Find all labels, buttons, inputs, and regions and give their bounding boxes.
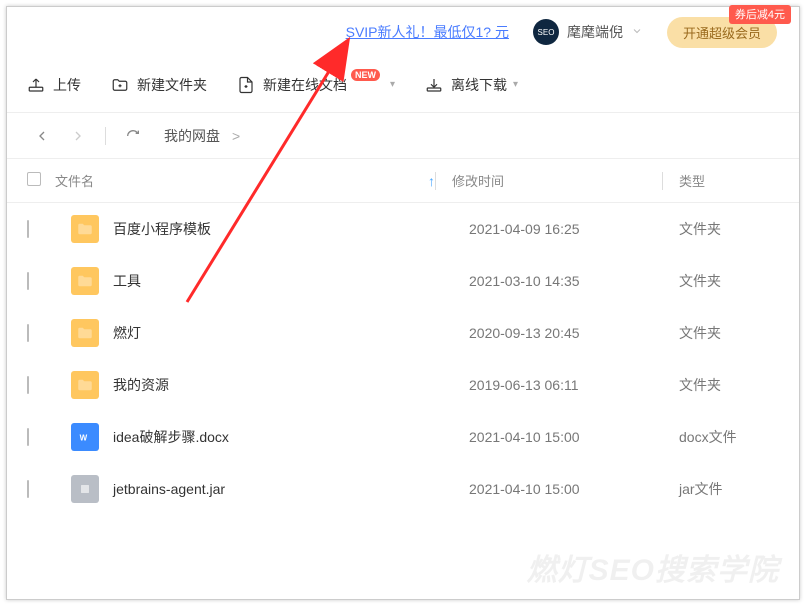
file-name: jetbrains-agent.jar <box>113 481 469 497</box>
upload-label: 上传 <box>53 75 81 95</box>
svip-promo-link[interactable]: SVIP新人礼！最低仅1? 元 <box>346 22 509 42</box>
table-row[interactable]: 百度小程序模板2021-04-09 16:25文件夹 <box>7 203 799 255</box>
file-type: 文件夹 <box>679 323 779 343</box>
file-modified: 2021-04-10 15:00 <box>469 429 679 445</box>
watermark: 燃灯SEO搜索学院 <box>527 545 779 589</box>
new-badge: NEW <box>351 69 380 81</box>
column-name-label: 文件名 <box>55 171 94 190</box>
open-vip-label: 开通超级会员 <box>683 26 761 41</box>
user-name-label: 麾麾端倪 <box>567 22 623 42</box>
file-modified: 2021-04-10 15:00 <box>469 481 679 497</box>
row-checkbox[interactable] <box>27 429 55 445</box>
file-name: 工具 <box>113 271 469 291</box>
offline-download-label: 离线下载 <box>451 75 507 95</box>
new-folder-button[interactable]: 新建文件夹 <box>111 75 207 95</box>
divider <box>662 172 663 190</box>
new-folder-label: 新建文件夹 <box>137 75 207 95</box>
chevron-down-icon: ▾ <box>513 79 518 90</box>
sort-asc-icon: ↑ <box>428 173 435 189</box>
file-type: jar文件 <box>679 479 779 499</box>
app-header: SVIP新人礼！最低仅1? 元 SEO 麾麾端倪 开通超级会员 券后减4元 <box>7 7 799 57</box>
nav-back-button[interactable] <box>27 121 57 151</box>
table-row[interactable]: 我的资源2019-06-13 06:11文件夹 <box>7 359 799 411</box>
table-header: 文件名 ↑ 修改时间 类型 <box>7 159 799 203</box>
select-all-checkbox[interactable] <box>27 172 55 189</box>
breadcrumb: 我的网盘 > <box>7 113 799 159</box>
table-row[interactable]: 燃灯2020-09-13 20:45文件夹 <box>7 307 799 359</box>
new-doc-label: 新建在线文档 <box>263 75 347 95</box>
vip-discount-badge: 券后减4元 <box>729 5 791 24</box>
row-checkbox[interactable] <box>27 221 55 237</box>
refresh-button[interactable] <box>118 121 148 151</box>
row-checkbox[interactable] <box>27 325 55 341</box>
folder-icon <box>71 215 99 243</box>
download-icon <box>425 76 443 94</box>
jar-icon <box>71 475 99 503</box>
file-type: 文件夹 <box>679 375 779 395</box>
file-modified: 2019-06-13 06:11 <box>469 377 679 393</box>
user-menu[interactable]: SEO 麾麾端倪 <box>533 19 643 45</box>
file-modified: 2020-09-13 20:45 <box>469 325 679 341</box>
column-type[interactable]: 类型 <box>679 171 779 190</box>
svg-text:W: W <box>80 433 88 442</box>
nav-forward-button[interactable] <box>63 121 93 151</box>
row-checkbox[interactable] <box>27 377 55 393</box>
file-list: 百度小程序模板2021-04-09 16:25文件夹工具2021-03-10 1… <box>7 203 799 515</box>
file-name: 我的资源 <box>113 375 469 395</box>
row-checkbox[interactable] <box>27 481 55 497</box>
docx-icon: W <box>71 423 99 451</box>
file-name: idea破解步骤.docx <box>113 427 469 447</box>
chevron-down-icon <box>631 24 643 40</box>
upload-icon <box>27 76 45 94</box>
column-modified[interactable]: 修改时间 <box>452 171 662 190</box>
divider <box>435 172 436 190</box>
folder-icon <box>71 319 99 347</box>
file-type: 文件夹 <box>679 271 779 291</box>
column-name[interactable]: 文件名 ↑ <box>55 171 435 190</box>
table-row[interactable]: Widea破解步骤.docx2021-04-10 15:00docx文件 <box>7 411 799 463</box>
folder-icon <box>71 371 99 399</box>
folder-icon <box>71 267 99 295</box>
table-row[interactable]: 工具2021-03-10 14:35文件夹 <box>7 255 799 307</box>
breadcrumb-sep: > <box>232 128 240 144</box>
chevron-down-icon: ▾ <box>390 79 395 90</box>
open-vip-button[interactable]: 开通超级会员 券后减4元 <box>667 17 777 48</box>
new-folder-icon <box>111 76 129 94</box>
file-modified: 2021-03-10 14:35 <box>469 273 679 289</box>
upload-button[interactable]: 上传 <box>27 75 81 95</box>
file-type: docx文件 <box>679 427 779 447</box>
new-doc-button[interactable]: 新建在线文档 NEW ▾ <box>237 75 395 95</box>
file-name: 百度小程序模板 <box>113 219 469 239</box>
offline-download-button[interactable]: 离线下载 ▾ <box>425 75 518 95</box>
new-doc-icon <box>237 76 255 94</box>
row-checkbox[interactable] <box>27 273 55 289</box>
table-row[interactable]: jetbrains-agent.jar2021-04-10 15:00jar文件 <box>7 463 799 515</box>
avatar: SEO <box>533 19 559 45</box>
file-type: 文件夹 <box>679 219 779 239</box>
breadcrumb-location[interactable]: 我的网盘 <box>164 126 220 146</box>
file-modified: 2021-04-09 16:25 <box>469 221 679 237</box>
divider <box>105 127 106 145</box>
action-toolbar: 上传 新建文件夹 新建在线文档 NEW ▾ 离线下载 ▾ <box>7 57 799 113</box>
file-name: 燃灯 <box>113 323 469 343</box>
